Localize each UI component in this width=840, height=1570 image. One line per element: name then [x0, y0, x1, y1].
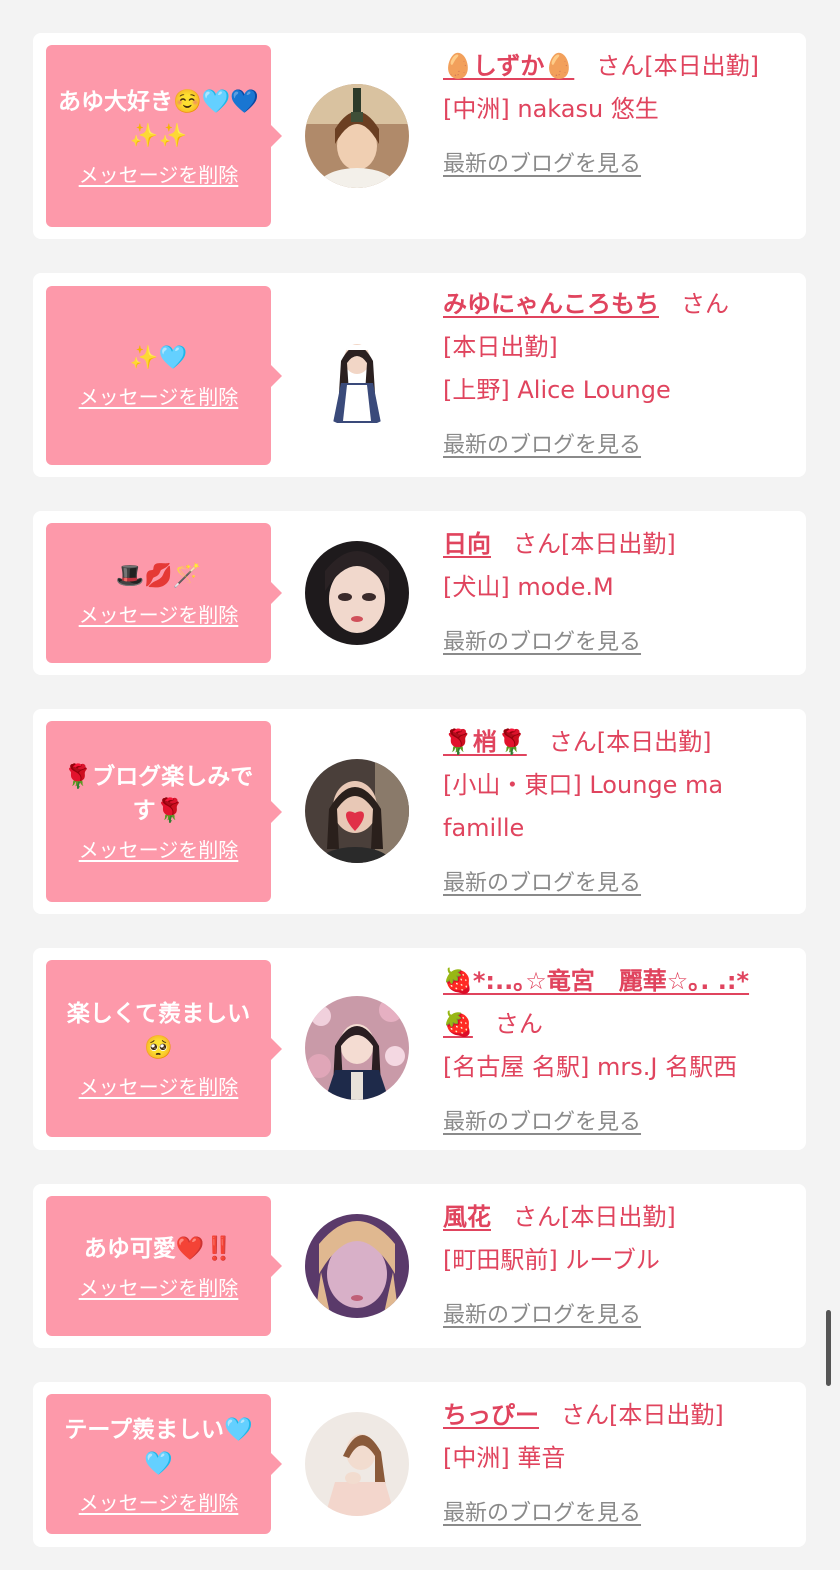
message-bubble: ✨🩵 メッセージを削除 [46, 286, 282, 465]
honorific: さん [513, 530, 561, 558]
latest-blog-link[interactable]: 最新のブログを見る [443, 862, 641, 905]
latest-blog-link[interactable]: 最新のブログを見る [443, 424, 641, 467]
honorific: さん [681, 290, 729, 318]
message-text: 🎩💋🪄 [115, 562, 202, 589]
honorific: さん [548, 728, 597, 756]
avatar-photo [305, 759, 409, 863]
scrollbar[interactable] [826, 1310, 831, 1386]
message-card: ✨🩵 メッセージを削除 みゆにゃんころもち さん [本日出勤] [上野] Alic… [33, 273, 806, 477]
latest-blog-link[interactable]: 最新のブログを見る [443, 1101, 641, 1144]
delete-message-link[interactable]: メッセージを削除 [79, 1272, 239, 1301]
shop-text: [上野] Alice Lounge [443, 376, 671, 404]
message-bubble: 🌹ブログ楽しみです🌹 メッセージを削除 [46, 721, 282, 902]
status-text: [本日出勤] [609, 1401, 724, 1429]
status-text: [本日出勤] [644, 52, 760, 80]
delete-message-link[interactable]: メッセージを削除 [79, 599, 239, 628]
message-text: 楽しくて羨ましい🥺 [66, 1001, 251, 1061]
avatar[interactable] [305, 84, 409, 188]
sender-info: ちっぴー さん[本日出勤] [中洲] 華音 最新のブログを見る [443, 1394, 778, 1535]
message-text: ✨🩵 [129, 345, 188, 371]
delete-message-link[interactable]: メッセージを削除 [79, 1487, 239, 1516]
message-text: テープ羨ましい🩵🩵 [64, 1416, 253, 1477]
honorific: さん [513, 1203, 561, 1231]
sender-name-link[interactable]: みゆにゃんころもち [443, 290, 659, 318]
latest-blog-link[interactable]: 最新のブログを見る [443, 143, 641, 186]
honorific: さん [596, 52, 645, 80]
status-text: [本日出勤] [561, 530, 676, 558]
avatar[interactable] [305, 323, 409, 427]
message-bubble: テープ羨ましい🩵🩵 メッセージを削除 [46, 1394, 282, 1534]
delete-message-link[interactable]: メッセージを削除 [79, 834, 239, 863]
avatar-photo [305, 1412, 409, 1516]
status-text: [本日出勤] [596, 728, 712, 756]
message-bubble: 🎩💋🪄 メッセージを削除 [46, 523, 282, 663]
sender-name-link[interactable]: ちっぴー [443, 1401, 539, 1429]
sender-name-link[interactable]: 日向 [443, 530, 491, 558]
honorific: さん [494, 1010, 543, 1038]
message-card: あゆ可愛❤️‼️ メッセージを削除 風花 さん[本日出勤] [町田駅前] ルーブル… [33, 1184, 806, 1348]
shop-text: [中洲] nakasu 悠生 [443, 95, 659, 123]
message-bubble: あゆ大好き☺️🩵💙✨✨ メッセージを削除 [46, 45, 282, 227]
message-text: あゆ大好き☺️🩵💙✨✨ [58, 88, 259, 149]
delete-message-link[interactable]: メッセージを削除 [79, 381, 239, 410]
sender-info: みゆにゃんころもち さん [本日出勤] [上野] Alice Lounge 最新の… [443, 283, 778, 467]
latest-blog-link[interactable]: 最新のブログを見る [443, 621, 641, 664]
sender-name-link[interactable]: 🌹梢🌹 [443, 728, 527, 756]
message-card: 楽しくて羨ましい🥺 メッセージを削除 🍓*:..｡☆竜宮 麗華☆｡. .:*🍓 さ… [33, 948, 806, 1150]
message-card: 🌹ブログ楽しみです🌹 メッセージを削除 🌹梢🌹 さん[本日出勤] [小山・東口] … [33, 709, 806, 914]
sender-name-link[interactable]: 🥚しずか🥚 [443, 52, 574, 80]
status-text: [本日出勤] [443, 333, 558, 361]
sender-info: 🥚しずか🥚 さん[本日出勤] [中洲] nakasu 悠生 最新のブログを見る [443, 45, 778, 186]
avatar[interactable] [305, 759, 409, 863]
avatar-photo [305, 1214, 409, 1318]
shop-text: [名古屋 名駅] mrs.J 名駅西 [443, 1053, 738, 1081]
avatar[interactable] [305, 541, 409, 645]
message-list: あゆ大好き☺️🩵💙✨✨ メッセージを削除 🥚しずか🥚 さん[本日出勤] [中洲] … [0, 0, 840, 1570]
delete-message-link[interactable]: メッセージを削除 [79, 159, 239, 188]
avatar-photo [305, 996, 409, 1100]
sender-info: 日向 さん[本日出勤] [犬山] mode.M 最新のブログを見る [443, 523, 778, 664]
avatar[interactable] [305, 1412, 409, 1516]
avatar-photo [305, 541, 409, 645]
message-card: あゆ大好き☺️🩵💙✨✨ メッセージを削除 🥚しずか🥚 さん[本日出勤] [中洲] … [33, 33, 806, 239]
honorific: さん [561, 1401, 609, 1429]
message-text: 🌹ブログ楽しみです🌹 [63, 764, 254, 824]
delete-message-link[interactable]: メッセージを削除 [79, 1071, 239, 1100]
avatar-photo [305, 323, 409, 427]
shop-text: [犬山] mode.M [443, 573, 614, 601]
sender-name-link[interactable]: 風花 [443, 1203, 491, 1231]
latest-blog-link[interactable]: 最新のブログを見る [443, 1294, 641, 1337]
message-card: テープ羨ましい🩵🩵 メッセージを削除 ちっぴー さん[本日出勤] [中洲] 華音 … [33, 1382, 806, 1547]
shop-text: [町田駅前] ルーブル [443, 1246, 660, 1274]
status-text: [本日出勤] [561, 1203, 676, 1231]
latest-blog-link[interactable]: 最新のブログを見る [443, 1492, 641, 1535]
sender-info: 🍓*:..｡☆竜宮 麗華☆｡. .:*🍓 さん [名古屋 名駅] mrs.J 名駅… [443, 960, 778, 1144]
message-card: 🎩💋🪄 メッセージを削除 日向 さん[本日出勤] [犬山] mode.M 最新のブ… [33, 511, 806, 675]
message-bubble: あゆ可愛❤️‼️ メッセージを削除 [46, 1196, 282, 1336]
sender-info: 風花 さん[本日出勤] [町田駅前] ルーブル 最新のブログを見る [443, 1196, 778, 1337]
message-text: あゆ可愛❤️‼️ [83, 1235, 234, 1262]
message-bubble: 楽しくて羨ましい🥺 メッセージを削除 [46, 960, 282, 1137]
shop-text: [中洲] 華音 [443, 1444, 566, 1472]
sender-name-link[interactable]: 🍓*:..｡☆竜宮 麗華☆｡. .:*🍓 [443, 967, 749, 1038]
avatar-photo [305, 84, 409, 188]
avatar[interactable] [305, 1214, 409, 1318]
sender-info: 🌹梢🌹 さん[本日出勤] [小山・東口] Lounge ma famille 最新… [443, 721, 778, 905]
avatar[interactable] [305, 996, 409, 1100]
shop-text: [小山・東口] Lounge ma famille [443, 771, 724, 842]
